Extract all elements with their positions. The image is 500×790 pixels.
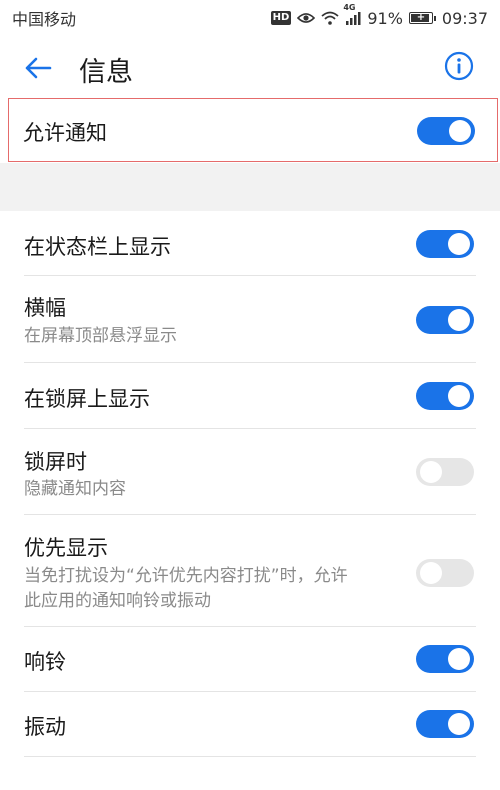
setting-subtitle: 在屏幕顶部悬浮显示 bbox=[24, 326, 177, 346]
setting-ringtone-row[interactable]: 响铃 bbox=[0, 627, 500, 692]
page-title: 信息 bbox=[79, 57, 133, 88]
setting-title: 在锁屏上显示 bbox=[24, 387, 150, 411]
eye-icon bbox=[297, 12, 316, 24]
allow-notifications-label: 允许通知 bbox=[23, 121, 107, 145]
app-bar: 信息 bbox=[0, 36, 500, 98]
setting-lockscreen-row[interactable]: 在锁屏上显示 bbox=[0, 363, 500, 429]
toggle-knob bbox=[420, 461, 442, 483]
setting-title: 在状态栏上显示 bbox=[24, 235, 171, 259]
allow-notifications-toggle[interactable] bbox=[417, 117, 475, 145]
setting-lockscreen-toggle[interactable] bbox=[416, 382, 474, 410]
toggle-knob bbox=[448, 713, 470, 735]
toggle-knob bbox=[449, 120, 471, 142]
setting-lock-hide-toggle[interactable] bbox=[416, 458, 474, 486]
status-bar: 中国移动 HD 4G 91% + 09:37 bbox=[0, 0, 500, 36]
setting-vibrate-row[interactable]: 振动 bbox=[0, 692, 500, 757]
setting-title: 振动 bbox=[24, 715, 66, 739]
setting-title: 锁屏时 bbox=[24, 450, 87, 474]
setting-lock-hide-row[interactable]: 锁屏时 隐藏通知内容 bbox=[0, 429, 500, 515]
setting-priority-row[interactable]: 优先显示 当免打扰设为“允许优先内容打扰”时，允许此应用的通知响铃或振动 bbox=[0, 515, 500, 627]
divider bbox=[24, 756, 476, 757]
setting-vibrate-toggle[interactable] bbox=[416, 710, 474, 738]
setting-status-bar-row[interactable]: 在状态栏上显示 bbox=[0, 211, 500, 276]
settings-list: 在状态栏上显示 横幅 在屏幕顶部悬浮显示 在锁屏上显示 锁屏时 隐藏通知内容 优… bbox=[0, 211, 500, 757]
battery-percent: 91% bbox=[367, 8, 403, 28]
info-button[interactable] bbox=[444, 51, 476, 83]
toggle-knob bbox=[448, 233, 470, 255]
setting-ringtone-toggle[interactable] bbox=[416, 645, 474, 673]
battery-icon: + bbox=[408, 12, 436, 24]
allow-notifications-row[interactable]: 允许通知 bbox=[8, 98, 498, 162]
back-button[interactable] bbox=[22, 52, 54, 84]
status-icons: HD 4G 91% + 09:37 bbox=[270, 3, 488, 28]
wifi-icon bbox=[321, 11, 339, 25]
setting-banner-row[interactable]: 横幅 在屏幕顶部悬浮显示 bbox=[0, 276, 500, 363]
toggle-knob bbox=[448, 309, 470, 331]
info-icon bbox=[444, 51, 474, 81]
toggle-knob bbox=[448, 385, 470, 407]
clock: 09:37 bbox=[441, 8, 488, 28]
setting-title: 优先显示 bbox=[24, 536, 108, 560]
toggle-knob bbox=[448, 648, 470, 670]
signal-icon: 4G bbox=[343, 3, 361, 25]
network-type-label: 4G bbox=[343, 3, 356, 12]
hd-badge: HD bbox=[270, 11, 292, 25]
carrier-label: 中国移动 bbox=[12, 10, 77, 29]
setting-priority-toggle[interactable] bbox=[416, 559, 474, 587]
arrow-left-icon bbox=[25, 57, 52, 79]
section-spacer bbox=[0, 163, 500, 211]
setting-title: 响铃 bbox=[24, 650, 66, 674]
setting-banner-toggle[interactable] bbox=[416, 306, 474, 334]
setting-title: 横幅 bbox=[24, 296, 66, 320]
toggle-knob bbox=[420, 562, 442, 584]
setting-status-bar-toggle[interactable] bbox=[416, 230, 474, 258]
setting-subtitle: 隐藏通知内容 bbox=[24, 479, 126, 499]
setting-subtitle: 当免打扰设为“允许优先内容打扰”时，允许此应用的通知响铃或振动 bbox=[24, 566, 348, 611]
